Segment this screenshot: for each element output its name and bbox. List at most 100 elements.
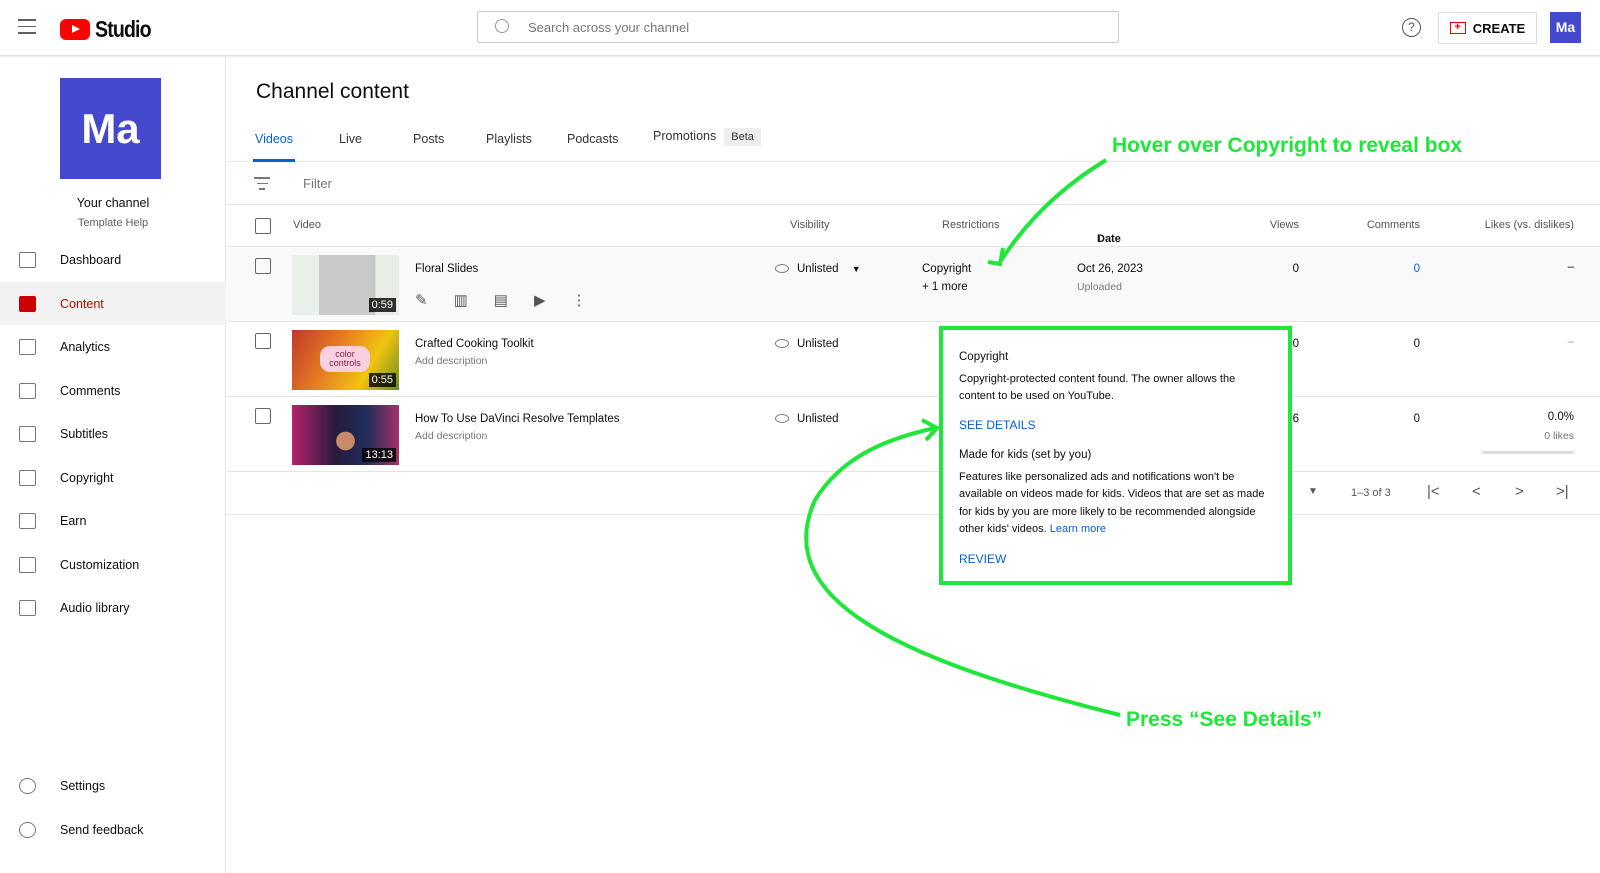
date-status: Uploaded	[1077, 281, 1122, 293]
chevron-down-icon: ▼	[851, 264, 861, 274]
page-range: 1–3 of 3	[1351, 487, 1391, 499]
filter-input[interactable]: Filter	[303, 176, 332, 191]
sidebar-item-dashboard[interactable]: Dashboard	[0, 238, 226, 281]
popup-copyright-text: Copyright-protected content found. The o…	[959, 372, 1236, 403]
sidebar-item-label: Subtitles	[60, 426, 108, 441]
table-row[interactable]: color controls 0:55 Crafted Cooking Toolk…	[227, 322, 1600, 397]
video-description: Add description	[415, 355, 488, 367]
restriction-copyright[interactable]: Copyright	[922, 263, 971, 275]
sidebar-item-earn[interactable]: Earn	[0, 499, 226, 542]
see-details-link[interactable]: SEE DETAILS	[959, 417, 1272, 435]
search-icon	[495, 19, 509, 33]
youtube-play-icon[interactable]: ▶	[534, 291, 546, 309]
col-visibility: Visibility	[790, 219, 830, 231]
duration: 0:59	[368, 298, 396, 312]
video-title[interactable]: How To Use DaVinci Resolve Templates	[415, 413, 620, 425]
tab-promotions-label: Promotions	[653, 129, 717, 143]
tab-podcasts[interactable]: Podcasts	[567, 132, 618, 162]
comments-count[interactable]: 0	[1414, 263, 1420, 275]
tab-promotions[interactable]: Promotions Beta	[653, 128, 761, 159]
table-row[interactable]: 13:13 How To Use DaVinci Resolve Templat…	[227, 397, 1600, 472]
sidebar-item-analytics[interactable]: Analytics	[0, 325, 226, 368]
review-link[interactable]: REVIEW	[959, 551, 1272, 569]
studio-logo[interactable]: Studio	[60, 16, 161, 43]
menu-icon[interactable]	[18, 19, 36, 39]
sidebar-item-customization[interactable]: Customization	[0, 543, 226, 586]
row-checkbox[interactable]	[255, 258, 271, 274]
sidebar-item-subtitles[interactable]: Subtitles	[0, 412, 226, 455]
main-content: Channel content Videos Live Posts Playli…	[227, 56, 1600, 873]
row-checkbox[interactable]	[255, 333, 271, 349]
sidebar-item-send-feedback[interactable]: Send feedback	[0, 808, 226, 851]
sidebar-item-comments[interactable]: Comments	[0, 369, 226, 412]
date: Oct 26, 2023	[1077, 263, 1143, 275]
dashboard-icon	[19, 251, 36, 268]
restriction-more[interactable]: + 1 more	[922, 281, 968, 293]
video-thumbnail[interactable]: 0:59	[292, 255, 399, 315]
feedback-icon	[19, 821, 36, 838]
select-all-checkbox[interactable]	[255, 218, 271, 234]
analytics-icon[interactable]: ▥	[454, 291, 468, 309]
eye-icon	[775, 339, 789, 349]
filter-icon[interactable]	[254, 177, 270, 194]
comments-count: 0	[1413, 413, 1420, 425]
visibility: Unlisted	[775, 338, 839, 350]
col-views[interactable]: Views	[1270, 219, 1299, 231]
sidebar-item-content[interactable]: Content	[0, 282, 226, 325]
account-avatar[interactable]: Ma	[1550, 12, 1581, 43]
sidebar-item-label: Dashboard	[60, 252, 122, 267]
visibility-value: Unlisted	[797, 413, 839, 425]
video-title[interactable]: Crafted Cooking Toolkit	[415, 338, 534, 350]
popup-kids-title: Made for kids (set by you)	[959, 449, 1092, 461]
sidebar-item-copyright[interactable]: Copyright	[0, 456, 226, 499]
popup-kids-text: Features like personalized ads and notif…	[959, 470, 1265, 536]
top-bar: Studio Search across your channel ? + CRE…	[0, 0, 1600, 56]
tab-videos[interactable]: Videos	[253, 132, 295, 162]
logo-text: Studio	[95, 16, 152, 42]
tab-playlists[interactable]: Playlists	[486, 132, 532, 162]
help-icon[interactable]: ?	[1402, 18, 1421, 37]
views: 0	[1292, 338, 1299, 350]
sort-down-icon: ↓	[1097, 233, 1103, 245]
create-button[interactable]: + CREATE	[1438, 12, 1537, 44]
filter-bar[interactable]: Filter	[227, 162, 1600, 205]
prev-page-icon[interactable]: <	[1472, 483, 1481, 500]
rows-per-page-dropdown[interactable]: ▼	[1308, 486, 1318, 497]
more-options-icon[interactable]: ⋮	[572, 291, 587, 309]
first-page-icon[interactable]: |<	[1427, 483, 1440, 500]
last-page-icon[interactable]: >|	[1556, 483, 1569, 500]
video-thumbnail[interactable]: 13:13	[292, 405, 399, 465]
sidebar-item-settings[interactable]: Settings	[0, 764, 226, 807]
content-icon	[19, 295, 36, 312]
row-actions: ✎ ▥ ▤ ▶ ⋮	[415, 291, 587, 309]
channel-avatar[interactable]: Ma	[60, 78, 161, 179]
sidebar-item-audio-library[interactable]: Audio library	[0, 586, 226, 629]
youtube-logo-icon	[60, 19, 90, 40]
comments-icon	[19, 382, 36, 399]
tab-posts[interactable]: Posts	[413, 132, 444, 162]
col-restrictions: Restrictions	[942, 219, 1000, 231]
earn-icon	[19, 512, 36, 529]
eye-icon	[775, 414, 789, 424]
search-input[interactable]: Search across your channel	[477, 11, 1119, 43]
tab-live[interactable]: Live	[339, 132, 362, 162]
restrictions-popup: Copyright Copyright-protected content fo…	[939, 326, 1292, 585]
edit-icon[interactable]: ✎	[415, 291, 428, 309]
comments-icon[interactable]: ▤	[494, 291, 508, 309]
row-checkbox[interactable]	[255, 408, 271, 424]
visibility-value: Unlisted	[797, 263, 839, 275]
visibility: Unlisted	[775, 413, 839, 425]
create-label: CREATE	[1472, 20, 1526, 36]
col-likes[interactable]: Likes (vs. dislikes)	[1485, 219, 1574, 231]
gear-icon	[19, 777, 36, 794]
likes: –	[1567, 336, 1574, 348]
next-page-icon[interactable]: >	[1515, 483, 1524, 500]
video-title[interactable]: Floral Slides	[415, 263, 478, 275]
learn-more-link[interactable]: Learn more	[1050, 523, 1106, 535]
channel-label: Your channel	[76, 196, 150, 210]
visibility-dropdown[interactable]: Unlisted ▼	[775, 263, 861, 275]
video-thumbnail[interactable]: color controls 0:55	[292, 330, 399, 390]
table-row[interactable]: 0:59 Floral Slides ✎ ▥ ▤ ▶ ⋮ Unlisted ▼ Copy…	[227, 247, 1600, 322]
annotation-hover: Hover over Copyright to reveal box	[1112, 134, 1463, 157]
col-comments[interactable]: Comments	[1367, 219, 1420, 231]
